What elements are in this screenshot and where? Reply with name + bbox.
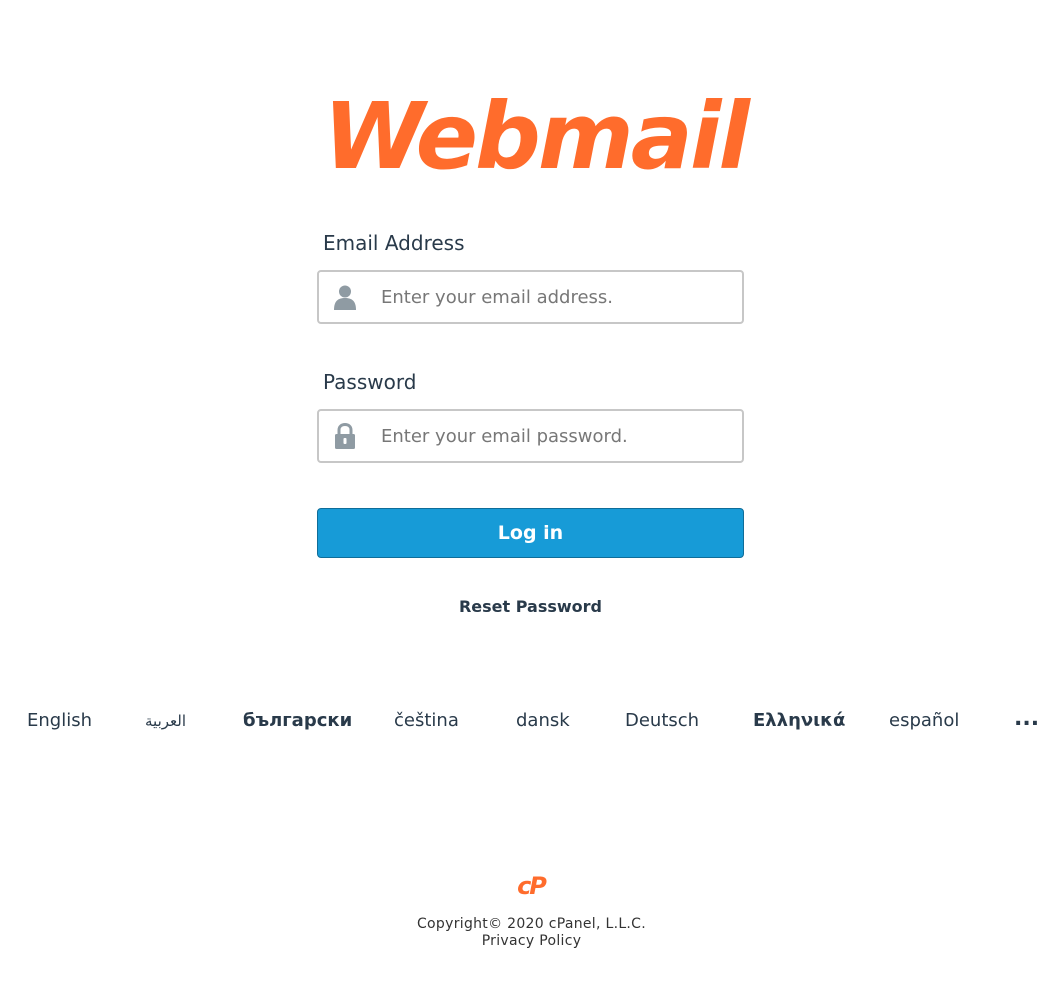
user-icon	[333, 284, 357, 310]
language-english[interactable]: English	[27, 710, 92, 731]
copyright-text: Copyright© 2020 cPanel, L.L.C.	[416, 916, 647, 932]
login-button[interactable]: Log in	[317, 508, 744, 558]
reset-password-link[interactable]: Reset Password	[317, 597, 744, 616]
email-field-box[interactable]	[317, 270, 744, 324]
webmail-logo-text: Webmail	[323, 83, 751, 180]
email-input[interactable]	[381, 272, 731, 322]
language-greek[interactable]: Ελληνικά	[753, 710, 845, 731]
password-label: Password	[323, 370, 417, 394]
more-languages-button[interactable]: ...	[1014, 706, 1039, 731]
language-arabic[interactable]: العربية	[145, 712, 186, 730]
password-input[interactable]	[381, 411, 731, 461]
webmail-logo: Webmail	[300, 80, 770, 180]
privacy-policy-link[interactable]: Privacy Policy	[0, 933, 1063, 949]
lock-icon	[333, 422, 357, 449]
language-danish[interactable]: dansk	[516, 710, 570, 731]
cpanel-logo: cP	[511, 870, 551, 900]
language-german[interactable]: Deutsch	[625, 710, 699, 731]
cpanel-logo-text: cP	[517, 872, 547, 898]
language-bulgarian[interactable]: български	[243, 710, 352, 731]
language-spanish[interactable]: español	[889, 710, 959, 731]
password-field-box[interactable]	[317, 409, 744, 463]
language-czech[interactable]: čeština	[394, 710, 459, 731]
email-label: Email Address	[323, 231, 465, 255]
